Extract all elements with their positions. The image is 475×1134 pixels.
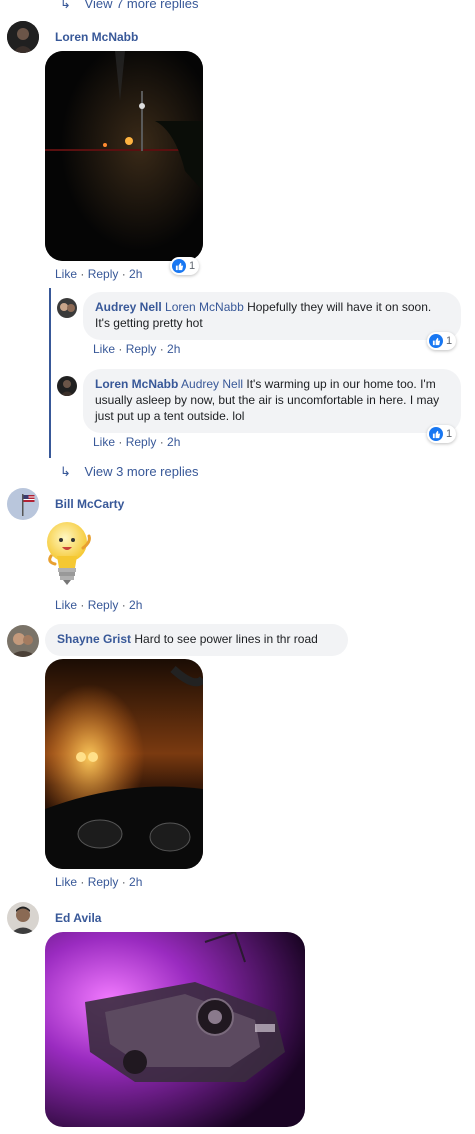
timestamp[interactable]: 2h xyxy=(129,598,142,612)
like-link[interactable]: Like xyxy=(55,598,77,612)
reply-link[interactable]: Reply xyxy=(88,875,119,889)
reply-bubble: Audrey Nell Loren McNabb Hopefully they … xyxy=(83,292,461,340)
reaction-count: 1 xyxy=(446,335,453,347)
avatar-audrey-nell[interactable] xyxy=(57,298,77,318)
reply-bubble: Loren McNabb Audrey Nell It's warming up… xyxy=(83,369,461,433)
avatar-loren-mcnabb[interactable] xyxy=(7,21,39,53)
photo-image xyxy=(45,659,203,869)
comment-actions: Like · Reply · 2h xyxy=(55,598,143,612)
like-link[interactable]: Like xyxy=(93,435,115,449)
reply-link[interactable]: Reply xyxy=(126,342,157,356)
reply-link[interactable]: Reply xyxy=(88,267,119,281)
avatar-shayne-grist[interactable] xyxy=(7,625,39,657)
comment-photo-overturned-car[interactable] xyxy=(45,932,305,1127)
like-link[interactable]: Like xyxy=(55,267,77,281)
like-reaction-icon xyxy=(429,334,443,348)
reaction-badge[interactable]: 1 xyxy=(427,332,457,350)
timestamp[interactable]: 2h xyxy=(167,342,180,356)
like-link[interactable]: Like xyxy=(93,342,115,356)
comment-actions: Like · Reply · 2h xyxy=(55,267,143,281)
comment-author[interactable]: Shayne Grist xyxy=(57,632,131,646)
avatar-image xyxy=(7,488,39,520)
comment-author[interactable]: Loren McNabb xyxy=(55,30,138,44)
timestamp[interactable]: 2h xyxy=(129,875,142,889)
timestamp[interactable]: 2h xyxy=(129,267,142,281)
comment-author[interactable]: Bill McCarty xyxy=(55,497,124,511)
reaction-count: 1 xyxy=(189,260,196,272)
comment-text: Hard to see power lines in thr road xyxy=(134,632,318,646)
comment-bubble: Shayne Grist Hard to see power lines in … xyxy=(45,624,348,656)
avatar-image xyxy=(57,298,77,318)
avatar-image xyxy=(7,625,39,657)
reaction-badge[interactable]: 1 xyxy=(170,257,200,275)
mention-link[interactable]: Audrey Nell xyxy=(181,377,243,391)
avatar-bill-mccarty[interactable] xyxy=(7,488,39,520)
reply-thread-line xyxy=(49,288,51,458)
lightbulb-icon xyxy=(47,522,91,585)
like-reaction-icon xyxy=(172,259,186,273)
reply-actions: Like · Reply · 2h xyxy=(93,435,181,449)
reply-link[interactable]: Reply xyxy=(88,598,119,612)
reaction-count: 1 xyxy=(446,428,453,440)
view-more-replies-label: View 7 more replies xyxy=(84,0,199,11)
avatar-image xyxy=(57,376,77,396)
reply-arrow-icon: ↳ xyxy=(60,464,71,479)
like-link[interactable]: Like xyxy=(55,875,77,889)
photo-image xyxy=(45,51,203,261)
mention-link[interactable]: Loren McNabb xyxy=(165,300,244,314)
comment-actions: Like · Reply · 2h xyxy=(55,875,143,889)
like-reaction-icon xyxy=(429,427,443,441)
reply-link[interactable]: Reply xyxy=(126,435,157,449)
comment-author[interactable]: Ed Avila xyxy=(55,911,101,925)
timestamp[interactable]: 2h xyxy=(167,435,180,449)
reply-author[interactable]: Audrey Nell xyxy=(95,300,162,314)
reply-actions: Like · Reply · 2h xyxy=(93,342,181,356)
reaction-badge[interactable]: 1 xyxy=(427,425,457,443)
view-more-replies-label: View 3 more replies xyxy=(84,464,199,479)
view-more-replies[interactable]: ↳ View 3 more replies xyxy=(60,464,198,480)
comment-photo-road-night[interactable] xyxy=(45,659,203,869)
avatar-image xyxy=(7,21,39,53)
avatar-ed-avila[interactable] xyxy=(7,902,39,934)
avatar-image xyxy=(7,902,39,934)
comment-photo-night-street[interactable] xyxy=(45,51,203,261)
lightbulb-sticker[interactable] xyxy=(45,516,97,592)
reply-author[interactable]: Loren McNabb xyxy=(95,377,178,391)
view-more-replies-top[interactable]: ↳ View 7 more replies xyxy=(60,0,198,12)
photo-image xyxy=(45,932,305,1127)
avatar-loren-mcnabb[interactable] xyxy=(57,376,77,396)
reply-arrow-icon: ↳ xyxy=(60,0,71,11)
